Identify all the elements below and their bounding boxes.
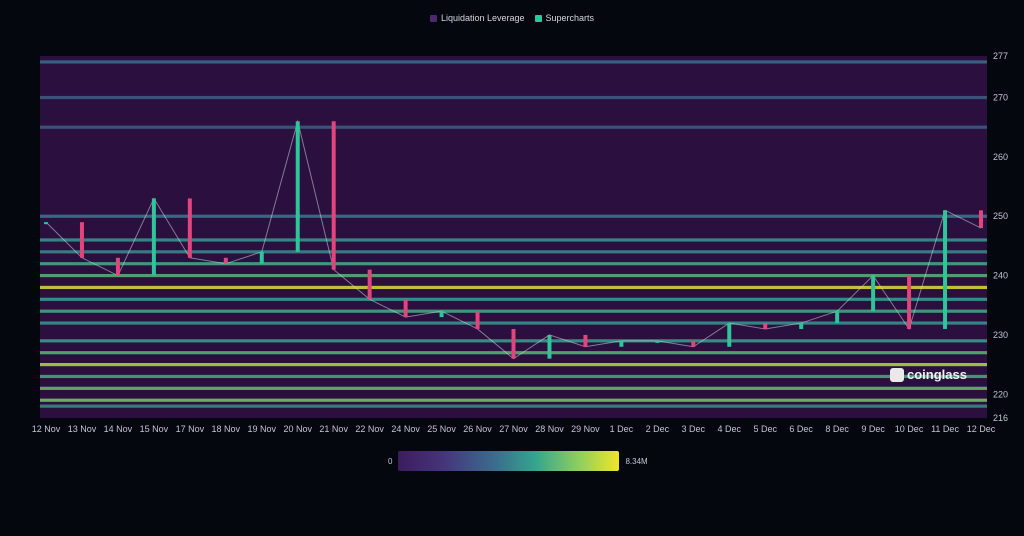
- x-tick-label: 10 Dec: [895, 424, 924, 434]
- y-tick-label: 277: [993, 51, 1008, 61]
- liquidation-band: [40, 214, 987, 218]
- x-tick-label: 2 Dec: [646, 424, 670, 434]
- price-candle: [295, 121, 300, 252]
- price-candle: [475, 311, 480, 329]
- x-tick-label: 27 Nov: [499, 424, 528, 434]
- price-candle: [619, 340, 624, 347]
- x-tick-label: 12 Nov: [32, 424, 61, 434]
- liquidation-band: [40, 362, 987, 367]
- liquidation-band: [40, 95, 987, 100]
- x-axis: 12 Nov 13 Nov 14 Nov 15 Nov 17 Nov 18 Nov 19 N…: [32, 424, 996, 434]
- x-tick-label: 11 Dec: [931, 424, 959, 434]
- x-tick-label: 28 Nov: [535, 424, 564, 434]
- y-tick-label: 230: [993, 330, 1008, 340]
- price-candle: [403, 299, 408, 318]
- price-candle: [79, 222, 84, 258]
- x-tick-label: 26 Nov: [463, 424, 492, 434]
- liquidation-band: [40, 250, 987, 254]
- coinglass-logo-icon: [890, 367, 904, 382]
- price-candle: [187, 198, 192, 258]
- liquidation-band: [40, 297, 987, 301]
- y-tick-label: 216: [993, 413, 1008, 423]
- y-tick-label: 220: [993, 389, 1008, 399]
- coinglass-logo: coinglass: [890, 367, 967, 382]
- x-tick-label: 5 Dec: [753, 424, 777, 434]
- liquidation-band: [40, 321, 987, 325]
- price-candle: [259, 251, 264, 264]
- price-candle: [223, 257, 228, 264]
- price-candle: [44, 222, 48, 225]
- x-tick-label: 13 Nov: [68, 424, 97, 434]
- x-tick-label: 8 Dec: [825, 424, 849, 434]
- y-tick-label: 250: [993, 211, 1008, 221]
- price-candle: [871, 275, 876, 312]
- liquidation-band: [40, 285, 987, 290]
- brand-name: coinglass: [907, 367, 967, 382]
- liquidation-band: [40, 374, 987, 379]
- x-tick-label: 24 Nov: [391, 424, 420, 434]
- price-candle: [367, 269, 372, 300]
- scale-min-label: 0: [388, 456, 393, 466]
- liquidation-band: [40, 262, 987, 266]
- liquidation-band: [40, 273, 987, 278]
- price-candle: [439, 311, 444, 318]
- liquidation-band: [40, 238, 987, 242]
- x-tick-label: 15 Nov: [140, 424, 169, 434]
- price-candle: [763, 323, 768, 329]
- price-candle: [907, 275, 912, 329]
- x-tick-label: 14 Nov: [104, 424, 133, 434]
- y-tick-label: 240: [993, 271, 1008, 281]
- price-candle: [115, 257, 120, 276]
- price-candle: [979, 210, 983, 229]
- x-tick-label: 6 Dec: [789, 424, 813, 434]
- price-candle: [835, 311, 840, 324]
- price-candle: [151, 198, 156, 276]
- liquidation-band: [40, 398, 987, 402]
- price-candle: [547, 334, 552, 359]
- x-tick-label: 29 Nov: [571, 424, 600, 434]
- price-candle: [331, 121, 336, 270]
- price-candle: [799, 323, 804, 329]
- price-candle: [655, 340, 660, 343]
- price-candle: [511, 328, 516, 359]
- x-tick-label: 21 Nov: [319, 424, 348, 434]
- x-tick-label: 25 Nov: [427, 424, 456, 434]
- y-tick-label: 260: [993, 152, 1008, 162]
- liquidation-band: [40, 386, 987, 390]
- color-scale: 0 8.34M: [388, 451, 648, 471]
- price-candle: [583, 334, 588, 347]
- price-candle: [943, 210, 948, 329]
- x-tick-label: 20 Nov: [283, 424, 312, 434]
- price-candle: [727, 323, 732, 347]
- x-tick-label: 17 Nov: [176, 424, 205, 434]
- x-tick-label: 4 Dec: [718, 424, 742, 434]
- liquidation-band: [40, 60, 987, 64]
- x-tick-label: 12 Dec: [967, 424, 996, 434]
- liquidation-band: [40, 309, 987, 313]
- liquidation-band: [40, 125, 987, 129]
- color-scale-bar: [398, 451, 620, 471]
- x-tick-label: 3 Dec: [682, 424, 706, 434]
- x-tick-label: 18 Nov: [212, 424, 241, 434]
- y-tick-label: 270: [993, 93, 1008, 103]
- x-tick-label: 1 Dec: [610, 424, 634, 434]
- y-axis: 216 220 230 240 250 260 270 277: [993, 51, 1008, 423]
- price-candle: [691, 340, 696, 347]
- x-tick-label: 22 Nov: [355, 424, 384, 434]
- scale-max-label: 8.34M: [625, 456, 648, 466]
- liquidation-band: [40, 404, 987, 408]
- x-tick-label: 19 Nov: [248, 424, 277, 434]
- x-tick-label: 9 Dec: [861, 424, 885, 434]
